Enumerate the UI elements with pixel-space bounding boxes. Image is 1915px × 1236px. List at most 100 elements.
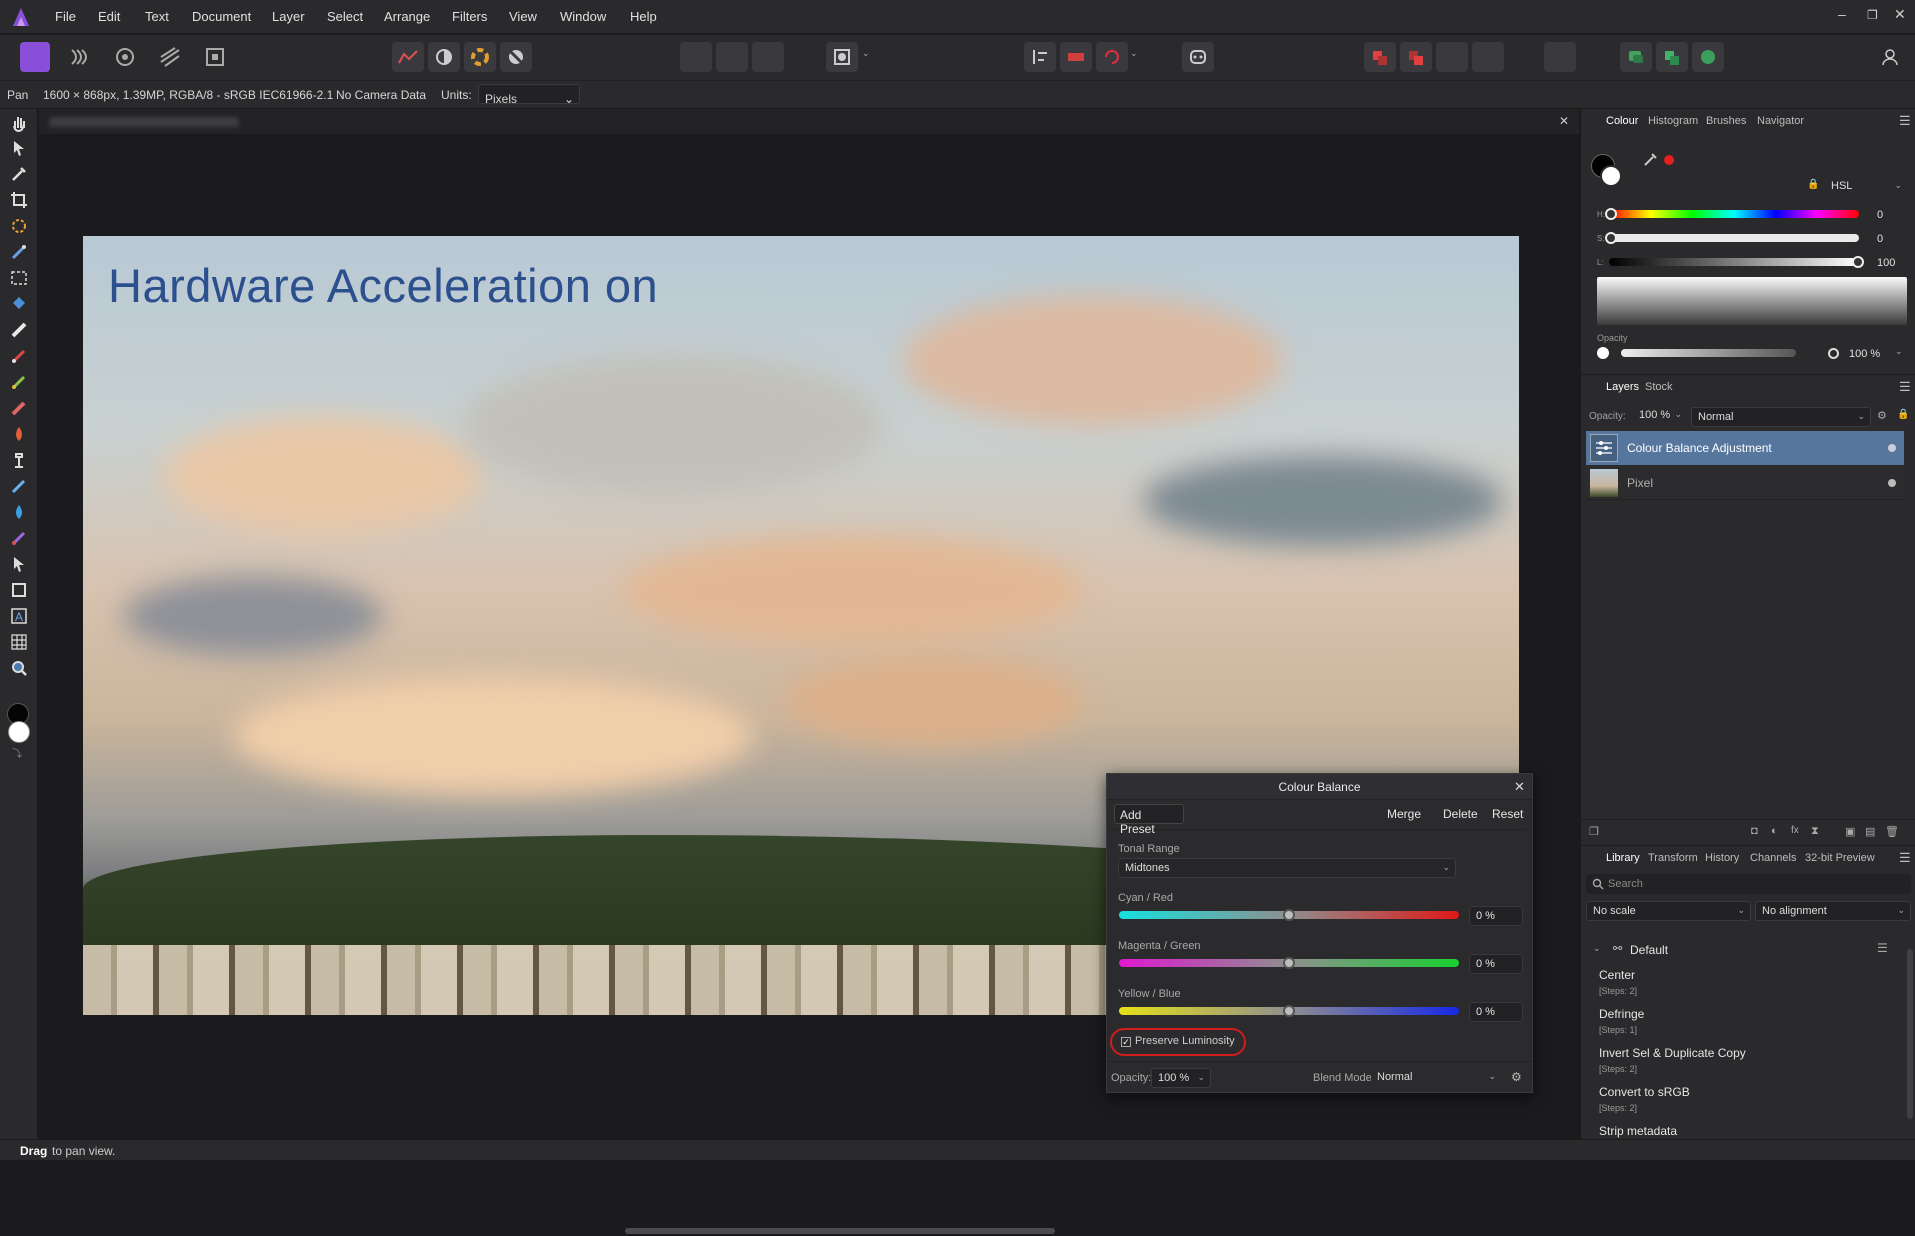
tab-brushes[interactable]: Brushes bbox=[1706, 115, 1746, 127]
erase-brush-tool-icon[interactable] bbox=[10, 399, 28, 417]
auto-contrast-icon[interactable] bbox=[428, 42, 460, 72]
menu-help[interactable]: Help bbox=[630, 9, 657, 24]
mirror-icon[interactable] bbox=[1060, 42, 1092, 72]
panel-menu-icon[interactable]: ☰ bbox=[1899, 850, 1911, 866]
layer-visibility-toggle[interactable] bbox=[1888, 479, 1896, 487]
macro-item-defringe[interactable]: Defringe bbox=[1599, 1007, 1644, 1021]
liquify-persona-icon[interactable] bbox=[64, 42, 94, 72]
snapping-icon[interactable] bbox=[1620, 42, 1652, 72]
selection-intersect-icon[interactable] bbox=[752, 42, 784, 72]
library-scrollbar[interactable] bbox=[1907, 949, 1913, 1119]
eyedropper-icon[interactable] bbox=[1643, 151, 1659, 167]
rotate-icon[interactable] bbox=[1096, 42, 1128, 72]
flood-select-tool-icon[interactable] bbox=[10, 243, 28, 261]
macro-item-invert-sel-duplicate[interactable]: Invert Sel & Duplicate Copy bbox=[1599, 1046, 1746, 1060]
dialog-opacity-select[interactable]: 100 % ⌄ bbox=[1151, 1068, 1211, 1088]
layer-blend-select[interactable]: Normal ⌄ bbox=[1691, 407, 1871, 427]
tab-colour[interactable]: Colour bbox=[1606, 115, 1638, 127]
saturation-value[interactable]: 0 bbox=[1877, 233, 1883, 245]
live-filter-icon[interactable]: ⧗ bbox=[1811, 825, 1819, 838]
auto-levels-icon[interactable] bbox=[392, 42, 424, 72]
tab-32bit-preview[interactable]: 32-bit Preview bbox=[1805, 852, 1875, 864]
lightness-value[interactable]: 100 bbox=[1877, 257, 1895, 269]
healing-brush-tool-icon[interactable] bbox=[10, 477, 28, 495]
move-tool-icon[interactable] bbox=[10, 139, 28, 157]
panel-menu-icon[interactable]: ☰ bbox=[1899, 379, 1911, 395]
menu-filters[interactable]: Filters bbox=[452, 9, 487, 24]
add-preset-button[interactable]: Add Preset bbox=[1114, 804, 1184, 836]
menu-window[interactable]: Window bbox=[560, 9, 606, 24]
arrange-forward-icon[interactable] bbox=[1436, 42, 1468, 72]
auto-colours-icon[interactable] bbox=[464, 42, 496, 72]
layer-visibility-toggle[interactable] bbox=[1888, 444, 1896, 452]
colour-picker-tool-icon[interactable] bbox=[10, 165, 28, 183]
menu-file[interactable]: File bbox=[55, 9, 76, 24]
preserve-luminosity-checkbox[interactable]: ✓ bbox=[1121, 1037, 1131, 1047]
menu-layer[interactable]: Layer bbox=[272, 9, 305, 24]
fx-icon[interactable]: fx bbox=[1791, 825, 1799, 836]
secondary-colour-swatch[interactable] bbox=[8, 721, 30, 743]
blend-mode-select[interactable]: Normal ⌄ bbox=[1371, 1068, 1501, 1088]
menu-text[interactable]: Text bbox=[145, 9, 169, 24]
flood-fill-tool-icon[interactable] bbox=[10, 295, 28, 313]
blend-options-gear-icon[interactable]: ⚙ bbox=[1511, 1070, 1522, 1084]
colour-mode-select[interactable]: HSL ⌄ bbox=[1825, 177, 1907, 197]
zoom-tool-icon[interactable] bbox=[10, 659, 28, 677]
tone-mapping-persona-icon[interactable] bbox=[155, 42, 185, 72]
macro-category-name[interactable]: Default bbox=[1630, 943, 1668, 957]
document-tab[interactable]: ✕ bbox=[39, 109, 1579, 135]
horizontal-scrollbar[interactable] bbox=[85, 1228, 1595, 1236]
tab-stock[interactable]: Stock bbox=[1645, 381, 1673, 393]
colour-replacement-tool-icon[interactable] bbox=[10, 373, 28, 391]
yellow-blue-slider-thumb[interactable] bbox=[1283, 1005, 1295, 1017]
dialog-close-icon[interactable]: ✕ bbox=[1514, 779, 1525, 795]
tab-channels[interactable]: Channels bbox=[1750, 852, 1796, 864]
library-search-input[interactable]: Search bbox=[1586, 874, 1911, 894]
arrange-back-icon[interactable] bbox=[1364, 42, 1396, 72]
gradient-tool-icon[interactable] bbox=[10, 321, 28, 339]
clone-tool-icon[interactable] bbox=[10, 451, 28, 469]
hue-value[interactable]: 0 bbox=[1877, 209, 1883, 221]
opacity-slider[interactable] bbox=[1621, 349, 1796, 357]
menu-select[interactable]: Select bbox=[327, 9, 363, 24]
tab-navigator[interactable]: Navigator bbox=[1757, 115, 1804, 127]
lightness-preview[interactable] bbox=[1597, 277, 1907, 325]
saturation-slider[interactable] bbox=[1609, 234, 1859, 242]
colour-opacity-value[interactable]: 100 % bbox=[1849, 348, 1880, 360]
selection-subtract-icon[interactable] bbox=[716, 42, 748, 72]
lightness-slider-thumb[interactable] bbox=[1852, 256, 1864, 268]
quick-mask-icon[interactable] bbox=[826, 42, 858, 72]
picked-colour-swatch[interactable] bbox=[1664, 155, 1674, 165]
macro-item-center[interactable]: Center bbox=[1599, 968, 1635, 982]
cyan-red-slider-thumb[interactable] bbox=[1283, 909, 1295, 921]
category-collapse-chevron-icon[interactable]: ⌄ bbox=[1593, 943, 1601, 954]
delete-layer-icon[interactable]: 🗑 bbox=[1885, 825, 1899, 838]
tab-histogram[interactable]: Histogram bbox=[1648, 115, 1698, 127]
restore-icon[interactable]: ❐ bbox=[1867, 8, 1878, 22]
auto-white-balance-icon[interactable] bbox=[500, 42, 532, 72]
units-select[interactable]: Pixels ⌄ bbox=[478, 84, 580, 106]
menu-edit[interactable]: Edit bbox=[98, 9, 120, 24]
add-group-icon[interactable]: ▣ bbox=[1845, 825, 1855, 838]
mesh-warp-tool-icon[interactable] bbox=[10, 633, 28, 651]
tab-history[interactable]: History bbox=[1705, 852, 1739, 864]
layer-opacity-select[interactable]: 100 % ⌄ bbox=[1633, 406, 1687, 426]
cyan-red-value[interactable]: 0 % bbox=[1469, 906, 1523, 926]
close-document-icon[interactable]: ✕ bbox=[1559, 114, 1569, 128]
text-tool-icon[interactable]: A bbox=[10, 607, 28, 625]
adjustment-icon[interactable]: ◐ bbox=[1771, 825, 1778, 837]
add-pixel-layer-icon[interactable]: ▤ bbox=[1865, 825, 1875, 838]
layer-row-colour-balance[interactable]: Colour Balance Adjustment bbox=[1586, 431, 1904, 465]
menu-arrange[interactable]: Arrange bbox=[384, 9, 430, 24]
selection-brush-tool-icon[interactable] bbox=[10, 217, 28, 235]
dodge-tool-icon[interactable] bbox=[10, 425, 28, 443]
delete-button[interactable]: Delete bbox=[1443, 807, 1478, 821]
menu-document[interactable]: Document bbox=[192, 9, 251, 24]
node-tool-icon[interactable] bbox=[10, 555, 28, 573]
develop-persona-icon[interactable] bbox=[110, 42, 140, 72]
boolean-icon[interactable] bbox=[1544, 42, 1576, 72]
close-window-icon[interactable]: ✕ bbox=[1894, 6, 1906, 23]
hue-slider-thumb[interactable] bbox=[1605, 208, 1617, 220]
photo-persona-icon[interactable] bbox=[20, 42, 50, 72]
tab-layers[interactable]: Layers bbox=[1606, 381, 1639, 393]
